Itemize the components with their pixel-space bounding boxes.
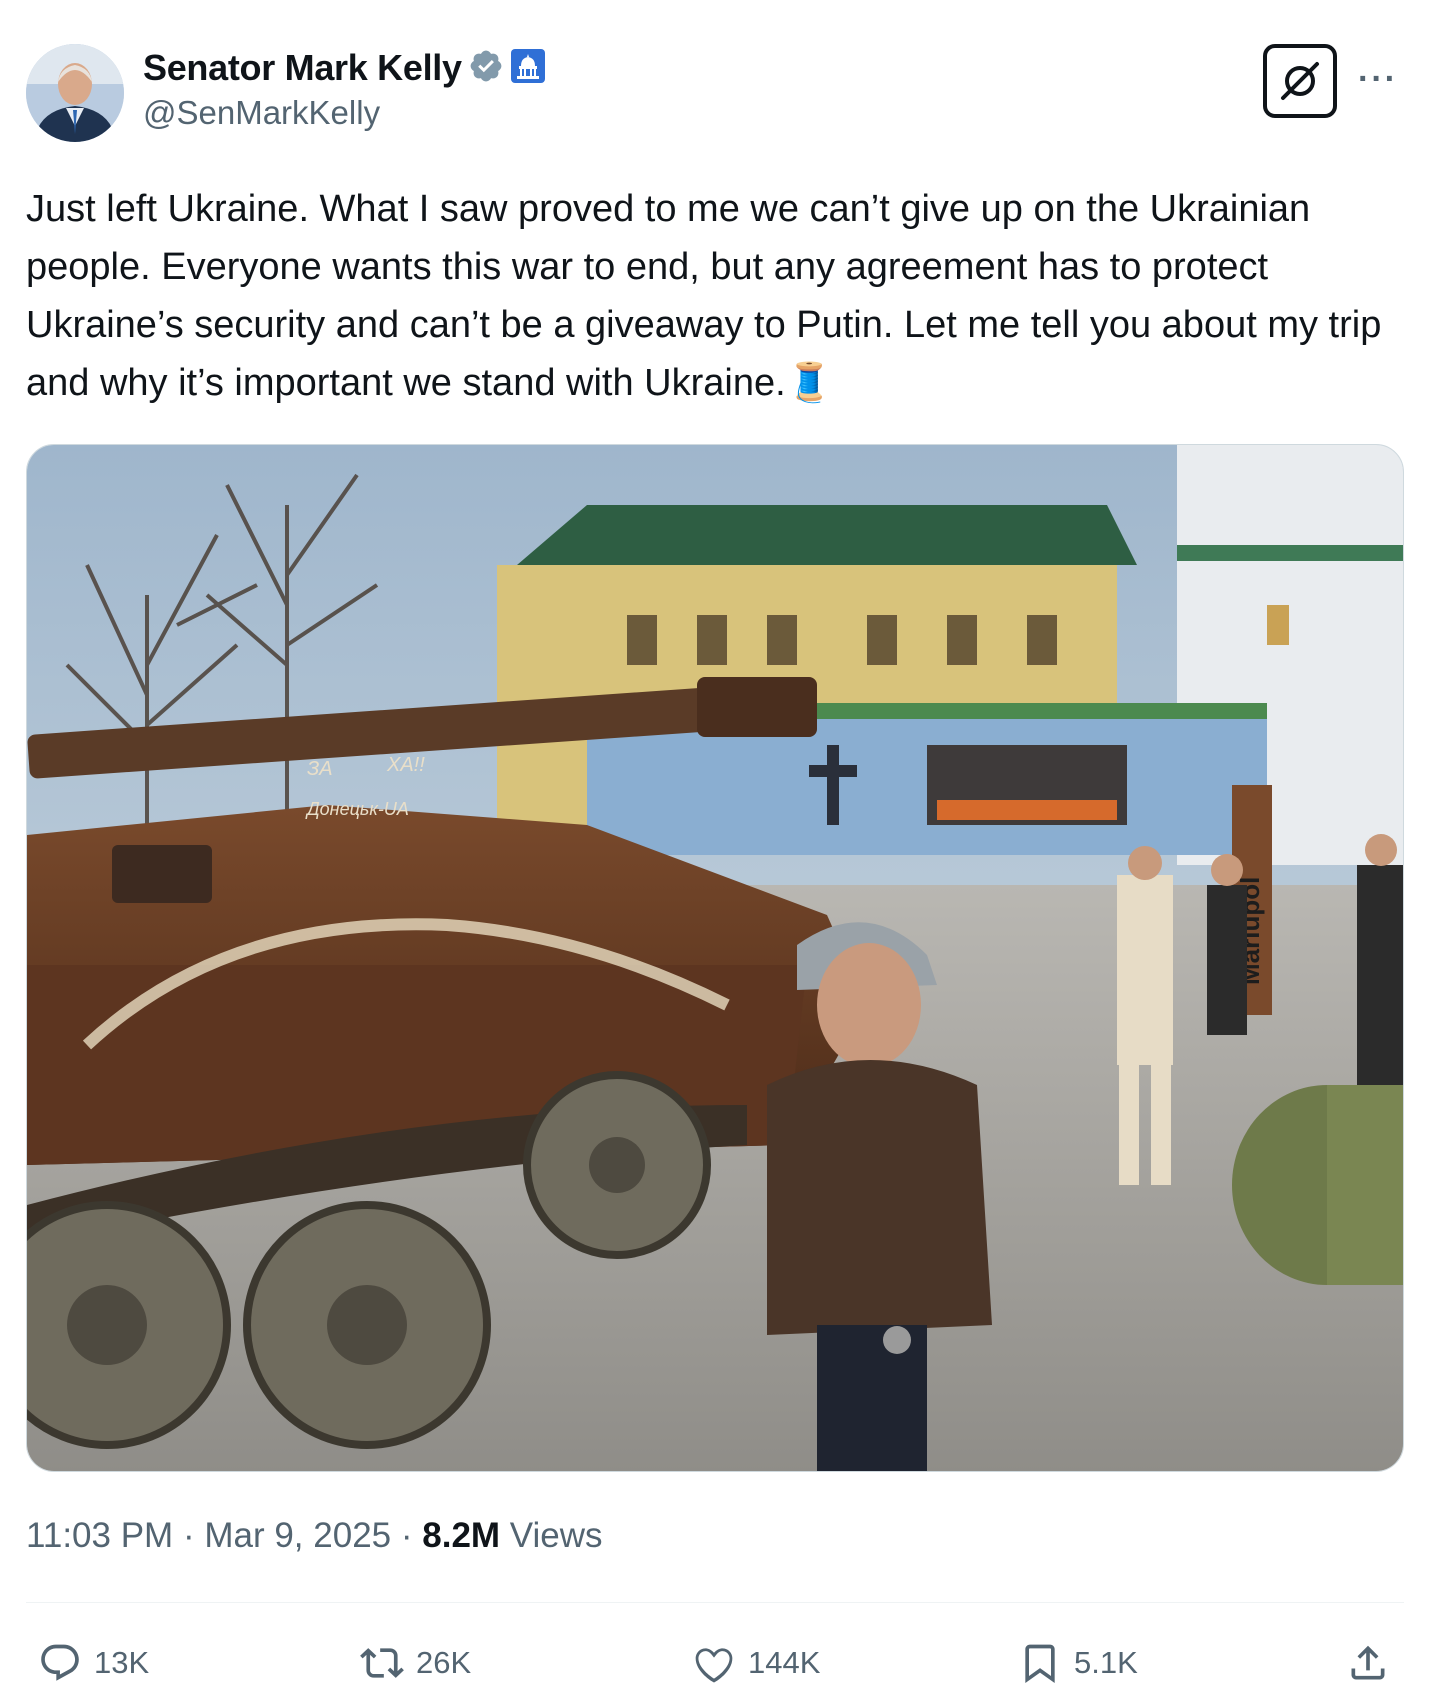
tank-marking-za: ЗА [307,758,333,780]
tank-marking-ha: ХА!! [386,754,425,776]
tweet-date[interactable]: Mar 9, 2025 [204,1516,391,1555]
more-options-icon[interactable]: ··· [1358,60,1398,99]
views-label: Views [509,1516,603,1555]
reply-count: 13K [94,1645,150,1680]
photo-scene: Mariupol ЗА ХА!! Донецьк-UA [27,445,1403,1471]
repost-count: 26K [416,1645,472,1680]
tweet-media-photo[interactable]: Mariupol ЗА ХА!! Донецьк-UA [26,444,1404,1472]
author-name[interactable]: Senator Mark Kelly [143,47,462,89]
share-icon [1351,1645,1385,1680]
bookmark-icon [1025,1644,1055,1684]
government-affiliation-icon[interactable] [510,48,546,89]
bookmark-button[interactable]: 5.1K [1018,1638,1138,1688]
tweet-meta: 11:03 PM · Mar 9, 2025 · 8.2M Views [26,1516,603,1556]
divider [26,1602,1404,1603]
bookmark-count: 5.1K [1074,1645,1138,1680]
tweet-time[interactable]: 11:03 PM [26,1516,173,1555]
meta-separator: · [400,1516,413,1555]
author-handle[interactable]: @SenMarkKelly [143,94,380,132]
heart-icon [695,1648,733,1683]
like-button[interactable]: 144K [692,1638,820,1688]
tweet-text: Just left Ukraine. What I saw proved to … [26,188,1382,404]
meta-separator: · [182,1516,195,1555]
avatar[interactable] [26,44,124,142]
reply-button[interactable]: 13K [38,1638,149,1688]
verified-badge-icon[interactable] [468,48,504,89]
repost-icon [360,1648,404,1678]
grok-button[interactable] [1263,44,1337,118]
avatar-image [26,44,124,142]
share-button[interactable] [1346,1638,1390,1688]
reply-icon [41,1644,79,1681]
like-count: 144K [748,1645,821,1680]
tank-marking-donetsk: Донецьк-UA [305,799,409,819]
grok-icon [1281,62,1319,100]
views-count: 8.2M [422,1516,501,1555]
repost-button[interactable]: 26K [360,1638,471,1688]
